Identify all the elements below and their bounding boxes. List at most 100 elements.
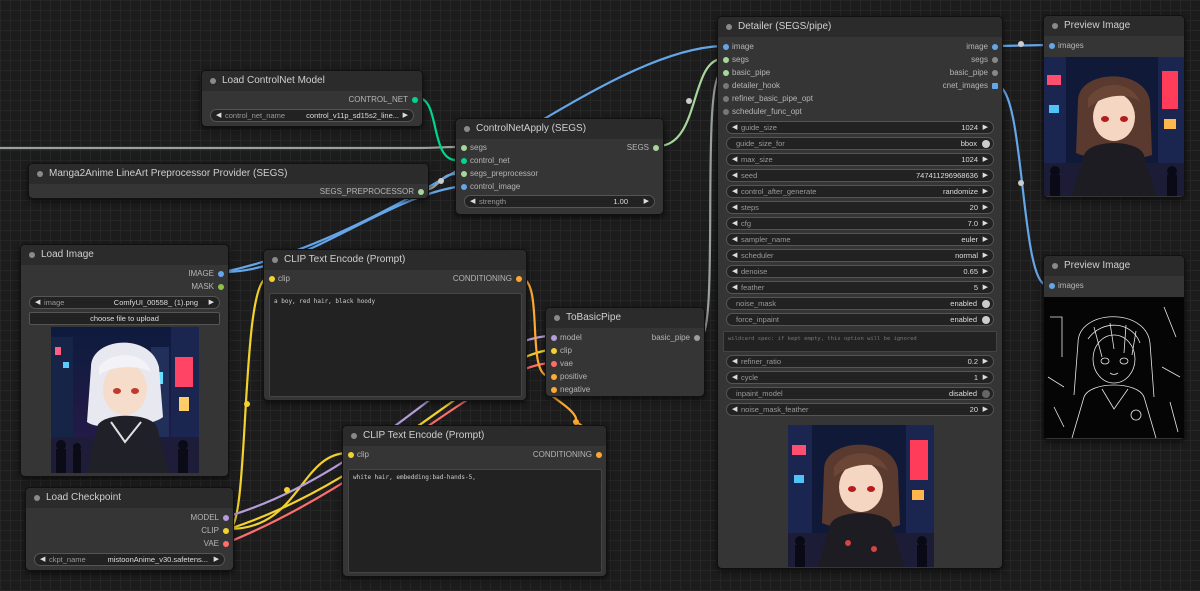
arrow-right-icon[interactable]: ▶ <box>983 356 988 367</box>
arrow-left-icon[interactable]: ◀ <box>732 404 737 415</box>
arrow-right-icon[interactable]: ▶ <box>983 372 988 383</box>
input-clip-slot[interactable] <box>269 275 275 282</box>
output-image-slot[interactable] <box>992 43 998 50</box>
detailer-widget-cfg[interactable]: ◀ cfg 7.0 ▶ <box>726 217 994 230</box>
arrow-right-icon[interactable]: ▶ <box>983 186 988 197</box>
image-combo[interactable]: ◀ image ComfyUI_00558_ (1).png ▶ <box>29 296 220 309</box>
node-load-checkpoint[interactable]: Load Checkpoint MODEL CLIP VAE ◀ ckpt_na… <box>25 487 234 571</box>
input-detailer-hook-slot[interactable] <box>723 82 729 89</box>
output-conditioning-slot[interactable] <box>516 275 522 282</box>
collapse-dot-icon[interactable] <box>351 433 357 439</box>
arrow-right-icon[interactable]: ▶ <box>214 554 219 565</box>
arrow-right-icon[interactable]: ▶ <box>983 202 988 213</box>
arrow-right-icon[interactable]: ▶ <box>983 404 988 415</box>
collapse-dot-icon[interactable] <box>210 78 216 84</box>
output-mask-slot[interactable] <box>218 283 224 290</box>
input-basic-pipe-slot[interactable] <box>723 69 729 76</box>
arrow-left-icon[interactable]: ◀ <box>732 122 737 133</box>
node-title[interactable]: Preview Image <box>1044 16 1184 36</box>
node-title[interactable]: Preview Image <box>1044 256 1184 276</box>
output-segs-slot[interactable] <box>653 144 659 151</box>
node-to-basic-pipe[interactable]: ToBasicPipe model basic_pipe clip vae po… <box>545 307 705 397</box>
node-detailer-segs-pipe[interactable]: Detailer (SEGS/pipe) image image segs se… <box>717 16 1003 569</box>
arrow-left-icon[interactable]: ◀ <box>732 170 737 181</box>
detailer-widget-force-inpaint[interactable]: force_inpaint enabled <box>726 313 994 326</box>
strength-number[interactable]: ◀ strength 1.00 ▶ <box>464 195 655 208</box>
input-scheduler-func-slot[interactable] <box>723 108 729 115</box>
collapse-dot-icon[interactable] <box>37 171 43 177</box>
output-clip-slot[interactable] <box>223 527 229 534</box>
node-clip-text-encode-negative[interactable]: CLIP Text Encode (Prompt) clip CONDITION… <box>342 425 607 577</box>
node-preview-image-2[interactable]: Preview Image images <box>1043 255 1185 440</box>
arrow-left-icon[interactable]: ◀ <box>470 196 475 207</box>
collapse-dot-icon[interactable] <box>34 495 40 501</box>
node-title[interactable]: ToBasicPipe <box>546 308 704 328</box>
node-load-image[interactable]: Load Image IMAGE MASK ◀ image ComfyUI_00… <box>20 244 229 477</box>
node-controlnet-apply[interactable]: ControlNetApply (SEGS) segs SEGS control… <box>455 118 664 215</box>
input-segs-slot[interactable] <box>461 144 467 151</box>
detailer-widget-cycle[interactable]: ◀ cycle 1 ▶ <box>726 371 994 384</box>
collapse-dot-icon[interactable] <box>464 126 470 132</box>
detailer-widget-seed[interactable]: ◀ seed 747411296968636 ▶ <box>726 169 994 182</box>
detailer-widget-noise-mask-feather[interactable]: ◀ noise_mask_feather 20 ▶ <box>726 403 994 416</box>
input-segs-preprocessor-slot[interactable] <box>461 170 467 177</box>
node-clip-text-encode-positive[interactable]: CLIP Text Encode (Prompt) clip CONDITION… <box>263 249 527 401</box>
output-model-slot[interactable] <box>223 514 229 521</box>
detailer-widget-feather[interactable]: ◀ feather 5 ▶ <box>726 281 994 294</box>
choose-file-button[interactable]: choose file to upload <box>29 312 220 325</box>
input-negative-slot[interactable] <box>551 386 557 393</box>
arrow-left-icon[interactable]: ◀ <box>732 372 737 383</box>
arrow-right-icon[interactable]: ▶ <box>983 250 988 261</box>
output-basic-pipe-slot[interactable] <box>694 334 700 341</box>
output-segs-slot[interactable] <box>992 56 998 63</box>
control-net-name-combo[interactable]: ◀ control_net_name control_v11p_sd15s2_l… <box>210 109 414 122</box>
arrow-left-icon[interactable]: ◀ <box>40 554 45 565</box>
detailer-widget-control-after-generate[interactable]: ◀ control_after_generate randomize ▶ <box>726 185 994 198</box>
arrow-left-icon[interactable]: ◀ <box>732 154 737 165</box>
input-control-net-slot[interactable] <box>461 157 467 164</box>
detailer-widget-max-size[interactable]: ◀ max_size 1024 ▶ <box>726 153 994 166</box>
arrow-left-icon[interactable]: ◀ <box>732 234 737 245</box>
input-vae-slot[interactable] <box>551 360 557 367</box>
arrow-right-icon[interactable]: ▶ <box>983 234 988 245</box>
collapse-dot-icon[interactable] <box>1052 23 1058 29</box>
arrow-right-icon[interactable]: ▶ <box>983 154 988 165</box>
input-model-slot[interactable] <box>551 334 557 341</box>
arrow-left-icon[interactable]: ◀ <box>732 266 737 277</box>
arrow-left-icon[interactable]: ◀ <box>35 297 40 308</box>
prompt-textarea[interactable]: white hair, embedding:bad-hands-5, <box>348 469 602 573</box>
detailer-widget-steps[interactable]: ◀ steps 20 ▶ <box>726 201 994 214</box>
input-images-slot[interactable] <box>1049 42 1055 49</box>
input-clip-slot[interactable] <box>551 347 557 354</box>
collapse-dot-icon[interactable] <box>272 257 278 263</box>
node-title[interactable]: ControlNetApply (SEGS) <box>456 119 663 139</box>
detailer-widget-guide-size-for[interactable]: guide_size_for bbox <box>726 137 994 150</box>
input-images-slot[interactable] <box>1049 282 1055 289</box>
collapse-dot-icon[interactable] <box>1052 263 1058 269</box>
toggle-knob-icon[interactable] <box>982 315 990 324</box>
detailer-widget-guide-size[interactable]: ◀ guide_size 1024 ▶ <box>726 121 994 134</box>
node-title[interactable]: Load Checkpoint <box>26 488 233 508</box>
input-positive-slot[interactable] <box>551 373 557 380</box>
output-cnet-images-slot[interactable] <box>992 82 998 89</box>
output-image-slot[interactable] <box>218 270 224 277</box>
output-control-net-slot[interactable] <box>412 96 418 103</box>
input-image-slot[interactable] <box>723 43 729 50</box>
arrow-left-icon[interactable]: ◀ <box>732 356 737 367</box>
node-preview-image-1[interactable]: Preview Image images <box>1043 15 1185 198</box>
collapse-dot-icon[interactable] <box>726 24 732 30</box>
input-clip-slot[interactable] <box>348 451 354 458</box>
arrow-right-icon[interactable]: ▶ <box>983 122 988 133</box>
arrow-right-icon[interactable]: ▶ <box>644 196 649 207</box>
node-load-controlnet[interactable]: Load ControlNet Model CONTROL_NET ◀ cont… <box>201 70 423 127</box>
arrow-left-icon[interactable]: ◀ <box>732 250 737 261</box>
node-manga-preprocessor[interactable]: Manga2Anime LineArt Preprocessor Provide… <box>28 163 429 199</box>
detailer-widget-sampler-name[interactable]: ◀ sampler_name euler ▶ <box>726 233 994 246</box>
arrow-right-icon[interactable]: ▶ <box>983 170 988 181</box>
output-basic-pipe-slot[interactable] <box>992 69 998 76</box>
collapse-dot-icon[interactable] <box>29 252 35 258</box>
input-control-image-slot[interactable] <box>461 183 467 190</box>
node-title[interactable]: CLIP Text Encode (Prompt) <box>343 426 606 446</box>
detailer-widget-scheduler[interactable]: ◀ scheduler normal ▶ <box>726 249 994 262</box>
detailer-widget-denoise[interactable]: ◀ denoise 0.65 ▶ <box>726 265 994 278</box>
